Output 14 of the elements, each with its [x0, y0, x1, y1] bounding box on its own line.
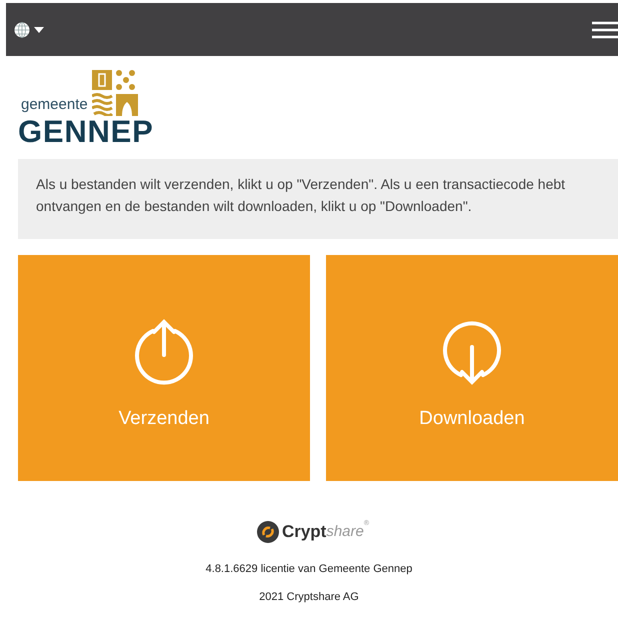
coat-of-arms-icon [92, 70, 138, 116]
menu-icon [592, 20, 618, 38]
globe-icon [14, 22, 30, 38]
logo-title: GENNEP [18, 116, 155, 147]
cryptshare-mark-icon [256, 520, 279, 543]
logo-subtitle: gemeente [21, 97, 88, 115]
info-text: Als u bestanden wilt verzenden, klikt u op "Verzenden". Als u een transactiecode hebt ontvangen en de bestanden wilt downloaden, klikt u op "Downloaden". [18, 159, 618, 239]
copyright-text: 2021 Cryptshare AG [259, 590, 359, 605]
download-tile[interactable]: Downloaden [326, 255, 618, 481]
menu-button[interactable] [592, 20, 618, 38]
send-tile[interactable]: Verzenden [18, 255, 310, 481]
language-button[interactable] [14, 22, 44, 38]
license-text: 4.8.1.6629 licentie van Gemeente Gennep [206, 562, 412, 576]
caret-icon [34, 26, 44, 32]
